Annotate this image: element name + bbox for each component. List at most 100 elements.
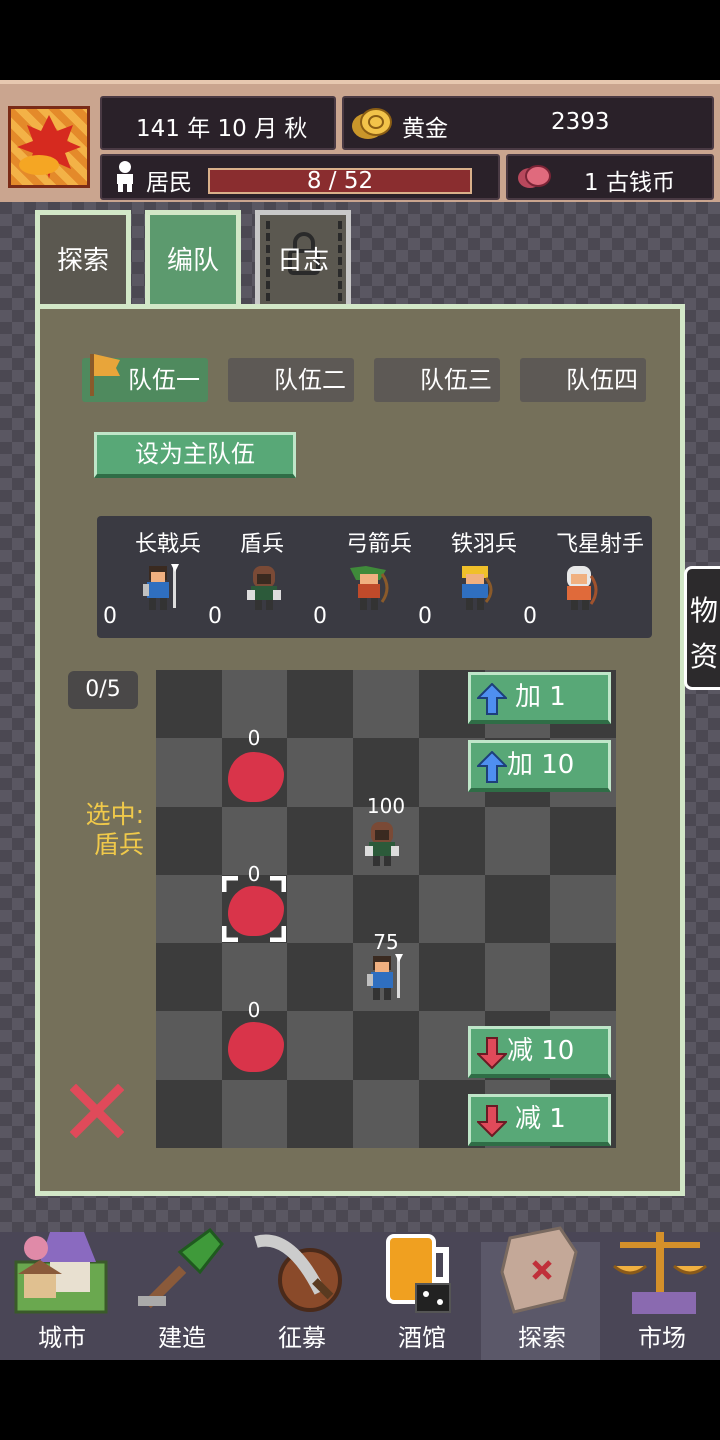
capacity-badge: 0/5 <box>68 671 138 709</box>
subtract-1-button[interactable]: 减 1 <box>468 1094 611 1146</box>
close-icon[interactable] <box>70 1084 124 1138</box>
unit-count-star-shooter: 0 <box>523 604 537 629</box>
explore-map-icon[interactable] <box>490 1222 590 1318</box>
grid-cell[interactable] <box>287 670 354 739</box>
grid-cell[interactable] <box>287 806 354 875</box>
grid-cell[interactable] <box>550 943 616 1012</box>
grid-cell[interactable] <box>156 738 222 807</box>
grid-cell[interactable] <box>287 1011 354 1080</box>
grid-cell[interactable] <box>484 806 551 875</box>
team-flag-icon <box>90 354 120 396</box>
date-text: 141 年 10 月 秋 <box>136 116 308 142</box>
selected-unit-name: 盾兵 <box>93 830 144 859</box>
grid-cell[interactable] <box>287 874 354 944</box>
city-icon[interactable] <box>10 1222 110 1318</box>
grid-cell[interactable] <box>418 943 485 1012</box>
tab-explore[interactable]: 探索 <box>35 210 131 306</box>
recruit-weapon-icon[interactable] <box>250 1222 350 1318</box>
team-button-2[interactable]: 队伍二 <box>228 358 354 402</box>
team-button-4[interactable]: 队伍四 <box>520 358 646 402</box>
selected-unit-info: 选中: 盾兵 <box>60 800 144 860</box>
grid-cell[interactable] <box>156 943 222 1012</box>
grid-cell[interactable] <box>221 1079 288 1148</box>
arrow-down-icon <box>477 1105 507 1137</box>
grid-cell[interactable] <box>156 1011 222 1080</box>
nav-label-city: 城市 <box>38 1324 86 1352</box>
grid-cell[interactable] <box>353 1079 419 1148</box>
arrow-up-icon <box>477 683 507 715</box>
grid-cell[interactable] <box>156 806 222 875</box>
market-scales-icon[interactable] <box>610 1222 710 1318</box>
tab-explore-label: 探索 <box>56 246 109 276</box>
star-shooter-sprite-icon[interactable] <box>557 562 603 614</box>
tab-formation-label: 编队 <box>166 246 219 276</box>
team-label-2: 队伍二 <box>274 366 346 394</box>
grid-value-4: 75 <box>373 930 399 954</box>
subtract-1-label: 减 1 <box>515 1104 566 1134</box>
unit-name-archer: 弓箭兵 <box>346 532 413 557</box>
grid-cell[interactable] <box>550 806 616 875</box>
ironfeather-sprite-icon[interactable] <box>452 562 498 614</box>
nav-label-tavern: 酒馆 <box>398 1324 446 1352</box>
grid-value-1: 0 <box>247 726 261 750</box>
resident-person-icon <box>117 161 133 192</box>
tab-formation[interactable]: 编队 <box>145 210 241 310</box>
subtract-10-button[interactable]: 减 10 <box>468 1026 611 1078</box>
build-shovel-icon[interactable] <box>130 1222 230 1318</box>
grid-cell[interactable] <box>484 943 551 1012</box>
unit-count-halberdier: 0 <box>103 604 117 629</box>
grid-cell[interactable] <box>287 943 354 1012</box>
grid-cell[interactable] <box>156 1079 222 1148</box>
side-tab-char-2: 资 <box>690 640 719 673</box>
unit-name-shieldman: 盾兵 <box>240 532 285 557</box>
team-button-3[interactable]: 队伍三 <box>374 358 500 402</box>
grid-cell[interactable] <box>484 874 551 944</box>
team-button-1[interactable]: 队伍一 <box>82 354 208 402</box>
add-1-label: 加 1 <box>515 682 566 712</box>
arrow-down-icon <box>477 1037 507 1069</box>
add-1-button[interactable]: 加 1 <box>468 672 611 724</box>
grid-cell[interactable] <box>156 874 222 944</box>
add-10-label: 加 10 <box>507 750 575 780</box>
residents-value: 8 / 52 <box>306 168 374 194</box>
grid-cell[interactable] <box>418 874 485 944</box>
unit-count-archer: 0 <box>313 604 327 629</box>
archer-sprite-icon[interactable] <box>346 562 392 614</box>
subtract-10-label: 减 10 <box>507 1036 575 1066</box>
grid-value-5: 0 <box>247 998 261 1022</box>
grid-cell[interactable] <box>550 874 616 944</box>
nav-label-explore: 探索 <box>518 1324 566 1352</box>
selection-cursor-icon <box>222 876 286 942</box>
shieldman-grid-unit-icon[interactable] <box>358 818 406 870</box>
gold-coins-icon <box>352 108 392 139</box>
date-box: 141 年 10 月 秋 <box>100 96 336 150</box>
ancient-coin-box: 1 古钱币 <box>506 154 714 200</box>
unit-roster: 长戟兵 盾兵 弓箭兵 铁羽兵 飞星射手 0 0 0 0 0 <box>97 516 652 638</box>
arrow-up-icon <box>477 751 507 783</box>
player-emblem-icon[interactable] <box>8 106 90 188</box>
grid-cell[interactable] <box>353 1011 419 1080</box>
tab-log[interactable]: 日志 <box>255 210 351 306</box>
grid-cell[interactable] <box>353 670 419 739</box>
set-main-team-button[interactable]: 设为主队伍 <box>94 432 296 478</box>
grid-cell[interactable] <box>287 1079 354 1148</box>
team-label-1: 队伍一 <box>128 366 200 394</box>
side-tab-char-1: 物 <box>690 594 719 627</box>
grid-cell[interactable] <box>156 670 222 739</box>
selected-prefix: 选中: <box>85 800 144 829</box>
halberdier-grid-unit-icon[interactable] <box>358 952 406 1004</box>
shieldman-sprite-icon[interactable] <box>241 562 287 614</box>
ancient-coin-value: 1 古钱币 <box>584 170 675 196</box>
team-label-3: 队伍三 <box>420 366 492 394</box>
gold-value: 2393 <box>551 109 610 135</box>
grid-cell[interactable] <box>418 806 485 875</box>
add-10-button[interactable]: 加 10 <box>468 740 611 792</box>
nav-label-market: 市场 <box>638 1324 686 1352</box>
tavern-beer-icon[interactable] <box>370 1222 470 1318</box>
halberdier-sprite-icon[interactable] <box>135 562 181 614</box>
resources-side-tab[interactable]: 物 资 <box>684 566 720 690</box>
grid-cell[interactable] <box>287 738 354 807</box>
tab-log-label: 日志 <box>276 246 329 276</box>
nav-label-build: 建造 <box>158 1324 206 1352</box>
residents-progress-bar: 8 / 52 <box>208 168 472 194</box>
